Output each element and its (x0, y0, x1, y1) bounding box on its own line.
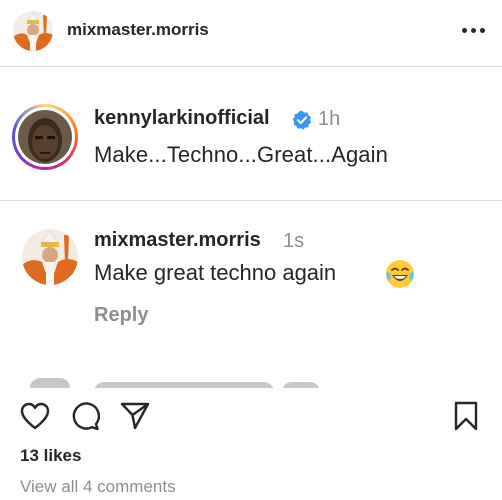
comment-divider (0, 200, 502, 201)
reply-button[interactable]: Reply (94, 304, 148, 327)
next-comment-peek (30, 378, 502, 388)
comment-avatar[interactable] (18, 110, 72, 164)
reply-avatar[interactable] (22, 229, 78, 285)
heart-icon[interactable] (20, 402, 50, 430)
header-divider (0, 66, 502, 67)
more-options-icon[interactable] (462, 20, 486, 40)
view-all-comments-link[interactable]: View all 4 comments (20, 477, 176, 497)
comment-icon[interactable] (70, 401, 100, 431)
comment-username[interactable]: kennylarkinofficial (94, 107, 270, 130)
reply-text: Make great techno again (94, 260, 337, 285)
mixmaster-avatar-icon (22, 229, 78, 285)
laughing-emoji-icon (384, 258, 416, 290)
mixmaster-avatar-icon (13, 11, 53, 51)
reply-timestamp: 1s (283, 230, 305, 252)
header-username[interactable]: mixmaster.morris (67, 20, 209, 40)
header-avatar[interactable] (13, 11, 53, 51)
bookmark-icon[interactable] (454, 401, 478, 431)
likes-count[interactable]: 13 likes (20, 446, 81, 466)
comment-timestamp: 1h (318, 108, 341, 130)
comment-text: Make...Techno...Great...Again (94, 142, 388, 167)
verified-badge-icon (292, 110, 312, 130)
reply-username[interactable]: mixmaster.morris (94, 229, 261, 252)
kennylarkin-avatar-icon (18, 110, 72, 164)
share-icon[interactable] (120, 401, 150, 431)
